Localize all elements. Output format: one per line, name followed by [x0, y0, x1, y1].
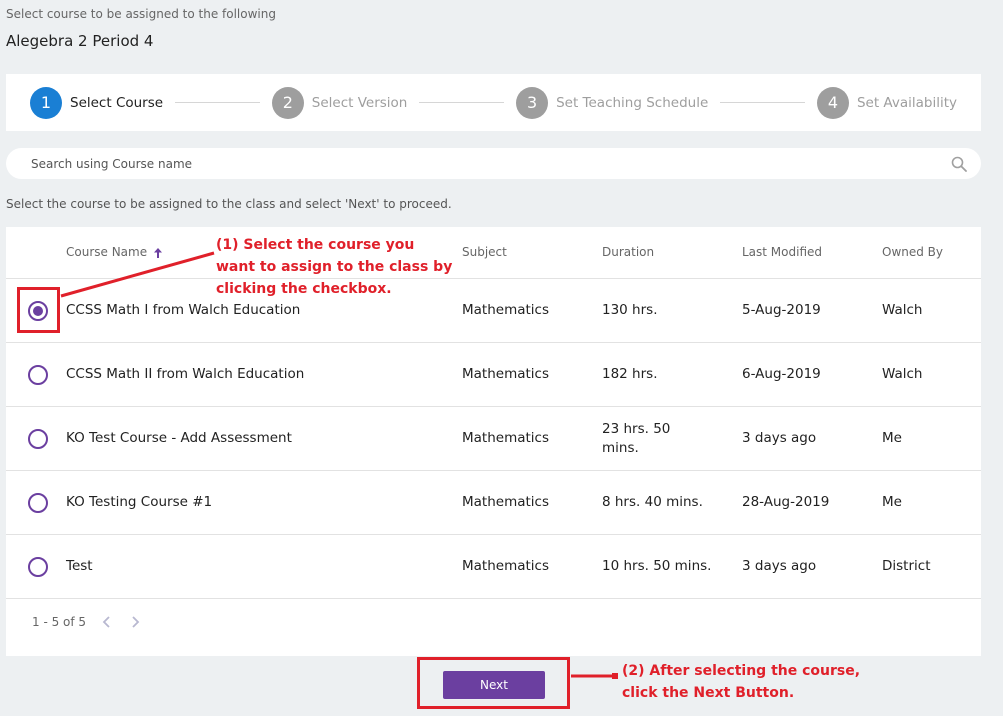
step-label: Set Availability: [856, 94, 957, 111]
step-select-course[interactable]: 1 Select Course: [30, 86, 164, 119]
step-connector: [720, 102, 805, 103]
stepper: 1 Select Course 2 Select Version 3 Set T…: [6, 74, 981, 131]
search-input[interactable]: [31, 156, 951, 171]
callout-line: (1) Select the course you: [216, 237, 415, 253]
callout-line: want to assign to the class by: [216, 259, 453, 275]
course-table: Course Name Subject Duration Last Modifi…: [6, 227, 981, 656]
column-header-owned-by: Owned By: [882, 245, 944, 259]
course-subject: Mathematics: [462, 302, 549, 318]
instruction-text: Select the course to be assigned to the …: [6, 197, 452, 211]
table-row[interactable]: CCSS Math II from Walch Education Mathem…: [6, 343, 981, 407]
sort-ascending-icon[interactable]: [153, 247, 163, 259]
annotation-highlight-radio: [17, 287, 60, 333]
course-last-modified: 5-Aug-2019: [742, 302, 821, 318]
annotation-callout-2: (2) After selecting the course, click th…: [622, 660, 860, 704]
course-owner: District: [882, 558, 931, 574]
step-label: Select Course: [70, 94, 164, 111]
course-last-modified: 3 days ago: [742, 430, 817, 446]
course-name: KO Testing Course #1: [66, 494, 213, 510]
annotation-arrow-2-tip: [612, 673, 618, 679]
pagination: 1 - 5 of 5: [32, 615, 142, 629]
search-icon[interactable]: [951, 156, 967, 172]
table-row[interactable]: KO Test Course - Add Assessment Mathemat…: [6, 407, 981, 471]
course-duration: 10 hrs. 50 mins.: [602, 558, 712, 574]
column-header-duration: Duration: [602, 245, 655, 259]
column-header-subject: Subject: [462, 245, 507, 259]
class-title: Alegebra 2 Period 4: [6, 32, 154, 50]
course-name: KO Test Course - Add Assessment: [66, 430, 292, 446]
step-connector: [419, 102, 505, 103]
chevron-left-icon[interactable]: [100, 615, 114, 629]
annotation-callout-1: (1) Select the course you want to assign…: [216, 234, 452, 300]
callout-line: click the Next Button.: [622, 685, 795, 701]
course-subject: Mathematics: [462, 494, 549, 510]
step-connector: [175, 102, 260, 103]
step-label: Set Teaching Schedule: [556, 94, 709, 111]
chevron-right-icon[interactable]: [128, 615, 142, 629]
step-set-availability[interactable]: 4 Set Availability: [816, 86, 957, 119]
course-subject: Mathematics: [462, 430, 549, 446]
course-name: CCSS Math II from Walch Education: [66, 366, 305, 382]
pagination-range: 1 - 5 of 5: [32, 615, 87, 629]
course-name: Test: [66, 558, 93, 574]
table-header: Course Name Subject Duration Last Modifi…: [6, 227, 981, 279]
assign-hint: Select course to be assigned to the foll…: [6, 7, 276, 21]
course-owner: Walch: [882, 366, 923, 382]
callout-line: (2) After selecting the course,: [622, 663, 861, 679]
course-last-modified: 6-Aug-2019: [742, 366, 821, 382]
course-radio[interactable]: [28, 556, 48, 577]
course-owner: Me: [882, 430, 902, 446]
course-radio[interactable]: [28, 428, 48, 449]
table-row[interactable]: CCSS Math I from Walch Education Mathema…: [6, 279, 981, 343]
annotation-highlight-next: [417, 657, 570, 709]
callout-line: clicking the checkbox.: [216, 281, 392, 297]
step-select-version[interactable]: 2 Select Version: [271, 86, 408, 119]
course-owner: Walch: [882, 302, 923, 318]
course-subject: Mathematics: [462, 366, 549, 382]
course-subject: Mathematics: [462, 558, 549, 574]
search-bar: [6, 148, 981, 179]
step-label: Select Version: [311, 94, 408, 111]
column-label: Course Name: [66, 245, 148, 259]
step-number: 3: [516, 86, 549, 119]
course-duration: 8 hrs. 40 mins.: [602, 494, 703, 510]
course-radio[interactable]: [28, 492, 48, 513]
course-duration: 182 hrs.: [602, 366, 658, 382]
step-number: 1: [30, 86, 62, 119]
step-set-teaching-schedule[interactable]: 3 Set Teaching Schedule: [516, 86, 709, 119]
step-number: 2: [271, 86, 304, 119]
course-last-modified: 28-Aug-2019: [742, 494, 830, 510]
table-row[interactable]: KO Testing Course #1 Mathematics 8 hrs. …: [6, 471, 981, 535]
course-duration: 130 hrs.: [602, 302, 658, 318]
course-owner: Me: [882, 494, 902, 510]
column-header-last-modified: Last Modified: [742, 245, 823, 259]
course-duration: 23 hrs. 50 mins.: [602, 420, 671, 456]
step-number: 4: [816, 86, 849, 119]
course-last-modified: 3 days ago: [742, 558, 817, 574]
table-row[interactable]: Test Mathematics 10 hrs. 50 mins. 3 days…: [6, 535, 981, 599]
course-radio[interactable]: [28, 364, 48, 385]
